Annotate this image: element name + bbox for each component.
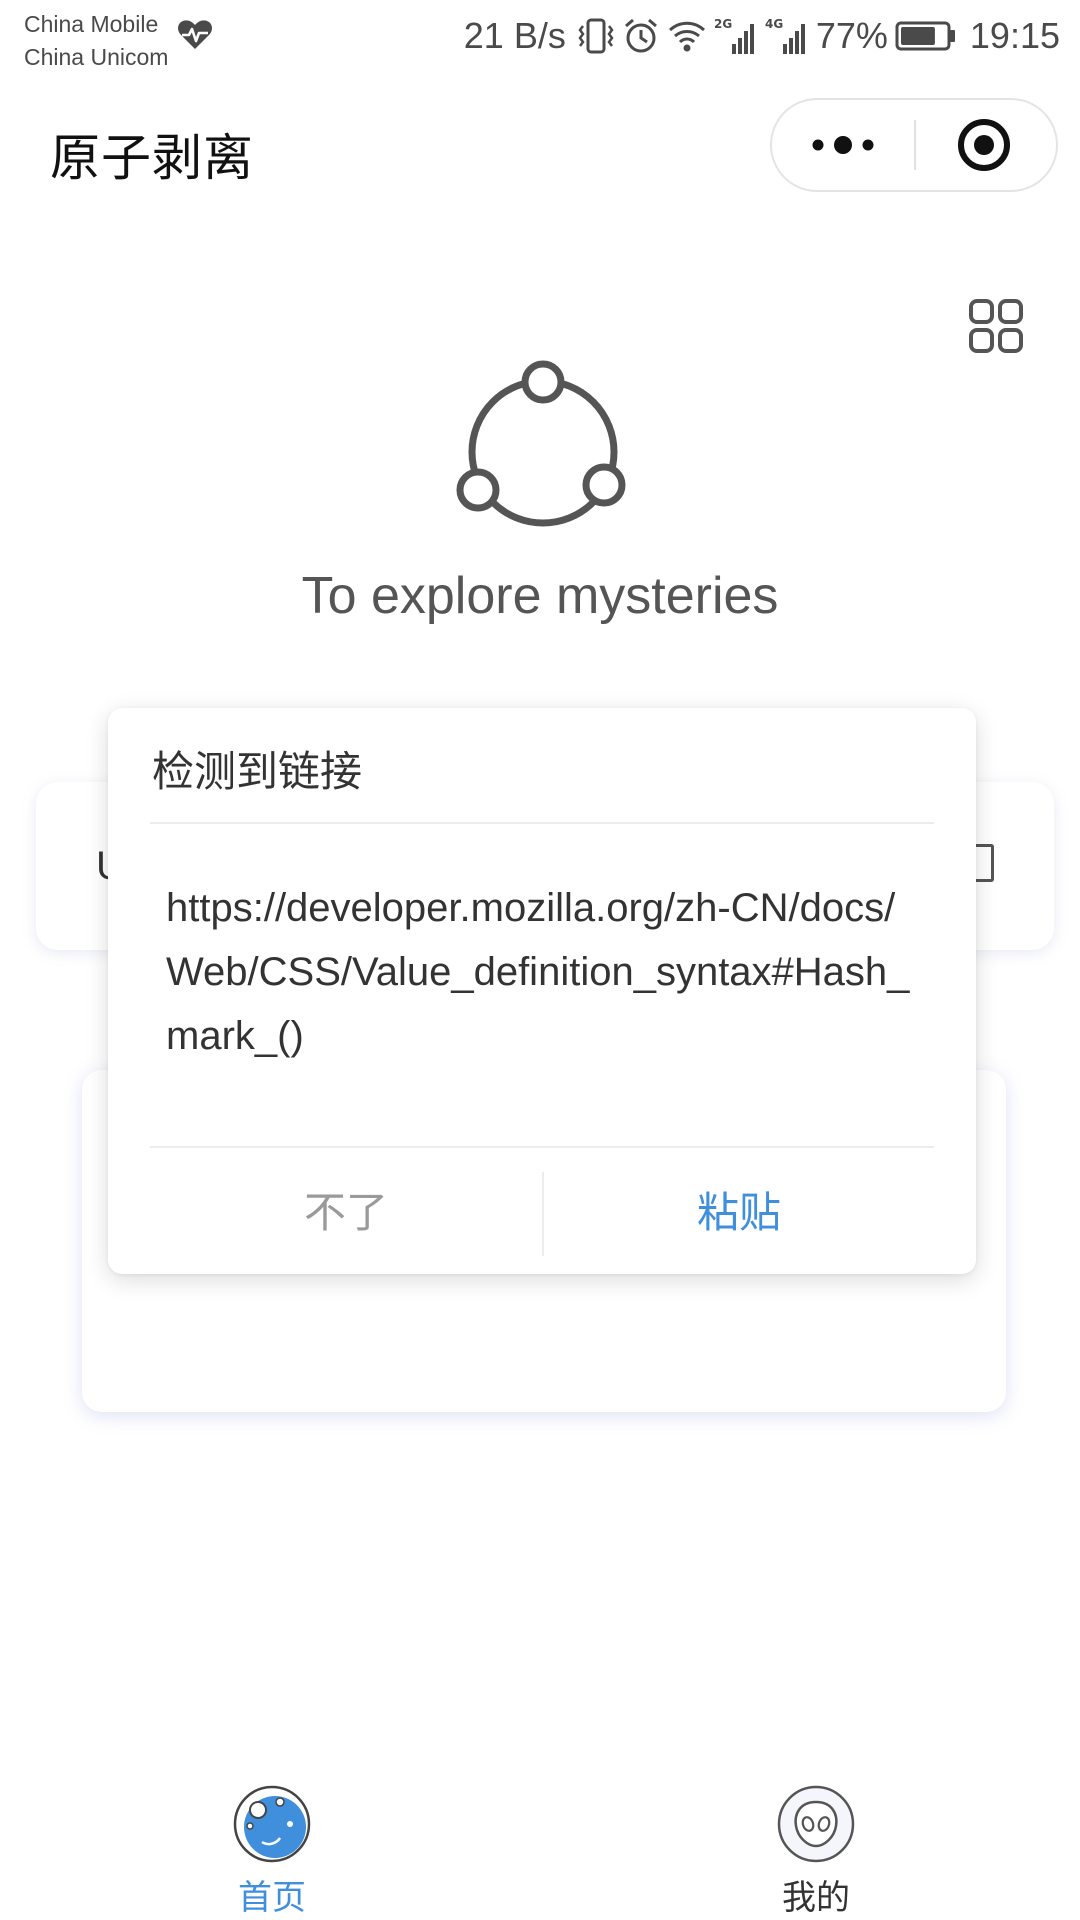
wifi-icon bbox=[668, 21, 705, 52]
dialog-divider bbox=[150, 822, 934, 824]
app-page: China Mobile China Unicom 21 B/s 2G 4G 7… bbox=[0, 0, 1080, 1920]
detected-url: https://developer.mozilla.org/zh-CN/docs… bbox=[166, 886, 910, 1058]
vibrate-icon bbox=[578, 18, 614, 54]
network-4g-label: 4G bbox=[765, 17, 783, 31]
grid-icon[interactable] bbox=[968, 298, 1024, 354]
tab-mine-label: 我的 bbox=[782, 1878, 850, 1918]
cancel-button[interactable]: 不了 bbox=[150, 1150, 542, 1268]
menu-capsule bbox=[770, 98, 1058, 192]
status-indicators: 21 B/s 2G 4G 77% 19:15 bbox=[464, 14, 1060, 58]
tab-home[interactable]: 首页 bbox=[162, 1784, 382, 1920]
link-detected-dialog: 检测到链接 https://developer.mozilla.org/zh-C… bbox=[108, 708, 976, 1274]
more-dots-icon bbox=[812, 136, 874, 154]
carrier-2: China Unicom bbox=[24, 44, 169, 70]
share-nodes-icon bbox=[456, 360, 626, 527]
planet-icon bbox=[233, 1785, 311, 1863]
status-time: 19:15 bbox=[969, 15, 1060, 56]
status-bar: China Mobile China Unicom 21 B/s 2G 4G 7… bbox=[0, 0, 1080, 80]
dialog-divider bbox=[150, 1146, 934, 1148]
carrier-1: China Mobile bbox=[24, 11, 159, 37]
carrier-info: China Mobile China Unicom bbox=[24, 8, 168, 74]
more-button[interactable] bbox=[772, 100, 914, 190]
heart-rate-icon bbox=[178, 20, 212, 49]
signal-4g-icon: 4G bbox=[765, 17, 805, 54]
alien-face-icon bbox=[777, 1785, 855, 1863]
dialog-title: 检测到链接 bbox=[152, 747, 363, 796]
tab-home-label: 首页 bbox=[238, 1878, 306, 1918]
paste-button[interactable]: 粘贴 bbox=[544, 1150, 934, 1268]
network-2g-label: 2G bbox=[714, 17, 732, 31]
target-circle-icon bbox=[958, 119, 1010, 171]
tab-mine[interactable]: 我的 bbox=[706, 1784, 926, 1920]
close-miniprogram-button[interactable] bbox=[918, 100, 1056, 190]
tagline: To explore mysteries bbox=[301, 567, 779, 625]
alarm-icon bbox=[624, 18, 657, 53]
signal-2g-icon: 2G bbox=[714, 17, 754, 54]
capsule-divider bbox=[914, 120, 916, 170]
battery-fill bbox=[900, 27, 935, 45]
page-title: 原子剥离 bbox=[50, 129, 254, 187]
tab-bar: 首页 我的 bbox=[0, 1760, 1080, 1920]
battery-icon bbox=[895, 21, 955, 51]
battery-percent: 77% bbox=[815, 15, 888, 56]
network-speed: 21 B/s bbox=[463, 15, 566, 56]
